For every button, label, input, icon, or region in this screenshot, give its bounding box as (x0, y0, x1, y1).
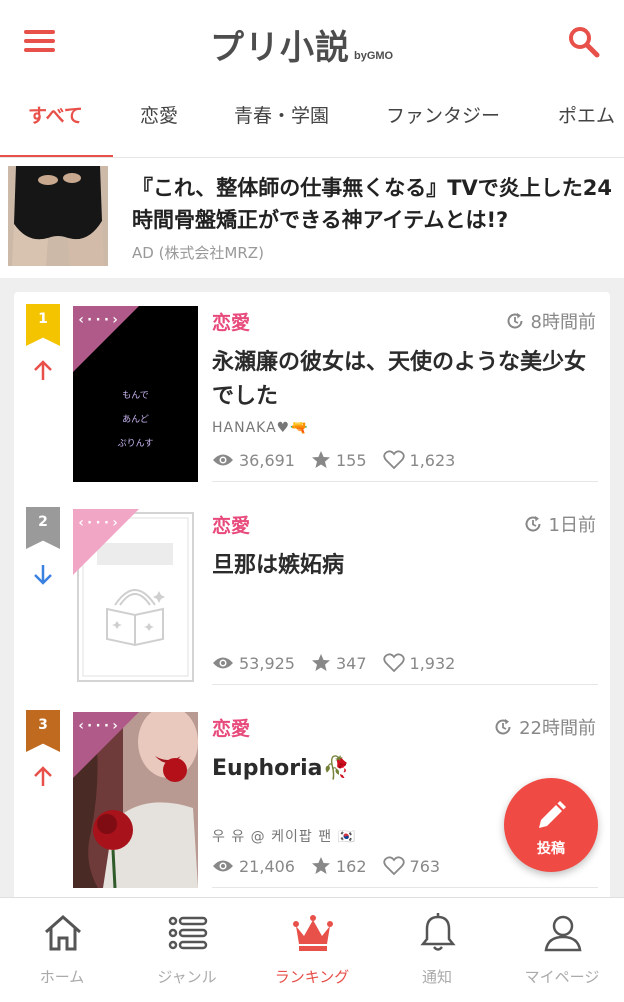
history-icon (507, 313, 523, 329)
trend-up-icon (34, 360, 52, 380)
story-title[interactable]: 旦那は嫉妬病 (212, 549, 602, 583)
tab-poem[interactable]: ポエム (558, 80, 615, 157)
bottom-navigation: ホーム ジャンル ランキング 通知 マイページ (0, 897, 624, 1002)
pencil-icon (539, 801, 566, 828)
time-text: 1日前 (548, 515, 596, 536)
ad-thumbnail[interactable] (8, 166, 108, 266)
time-text: 22時間前 (519, 718, 596, 739)
post-button[interactable]: 投稿 (504, 778, 598, 872)
like-count: 1,623 (409, 450, 456, 470)
heart-icon (382, 450, 405, 470)
ad-title[interactable]: 『これ、整体師の仕事無くなる』TVで炎上した24時間骨盤矯正ができる神アイテムと… (132, 172, 612, 236)
rank-badge: 3 (26, 710, 60, 752)
star-count: 162 (335, 856, 367, 876)
item-divider (212, 684, 598, 685)
chat-bubble-icon: ‹···› (77, 718, 120, 734)
bell-icon (420, 913, 456, 951)
chat-bubble-icon: ‹···› (77, 515, 120, 531)
hamburger-menu-icon[interactable] (20, 22, 60, 58)
nav-home-label: ホーム (39, 968, 85, 986)
tab-fantasy[interactable]: ファンタジー (386, 80, 500, 157)
tab-all[interactable]: すべて (28, 80, 83, 157)
nav-home[interactable]: ホーム (0, 898, 124, 1002)
story-stats: 36,691 155 1,623 (212, 450, 471, 470)
story-cover-image[interactable]: ‹···› (73, 712, 198, 888)
genre-tabs: すべて 恋愛 青春・学園 ファンタジー ポエム (0, 80, 624, 158)
view-count: 21,406 (239, 856, 295, 876)
user-icon (544, 915, 582, 952)
story-stats: 21,406 162 763 (212, 856, 456, 876)
trend-down-icon (34, 565, 52, 585)
nav-notifications-label: 通知 (421, 968, 452, 986)
eye-icon (213, 657, 233, 669)
star-icon (311, 654, 330, 671)
heart-icon (382, 856, 405, 876)
nav-ranking-label: ランキング (274, 968, 350, 986)
story-title[interactable]: 永瀬廉の彼女は、天使のような美少女でした (212, 346, 602, 414)
history-icon (495, 719, 511, 735)
star-count: 155 (335, 450, 367, 470)
chat-bubble-icon: ‹···› (77, 312, 120, 328)
updated-time: 8時間前 (505, 308, 596, 334)
crown-icon (293, 915, 333, 951)
story-cover-image[interactable]: ‹···› もんで あんど ぷりんす (73, 306, 198, 482)
ranking-item[interactable]: 1 ‹···› もんで あんど ぷりんす 恋愛 8時間前 永瀬廉の彼女は、天使の… (14, 292, 610, 495)
tab-youth-school[interactable]: 青春・学園 (234, 80, 329, 157)
genre-label: 恋愛 (212, 312, 251, 334)
updated-time: 22時間前 (493, 714, 596, 740)
star-icon (311, 857, 330, 874)
story-stats: 53,925 347 1,932 (212, 653, 471, 673)
view-count: 36,691 (239, 450, 295, 470)
nav-mypage[interactable]: マイページ (500, 898, 624, 1002)
app-logo[interactable]: プリ小説 byGMO (210, 20, 394, 68)
heart-icon (382, 653, 405, 673)
history-icon (525, 516, 541, 532)
eye-icon (213, 454, 233, 466)
nav-genre-label: ジャンル (157, 968, 217, 986)
cover-text-line: もんで (122, 391, 149, 401)
genre-label: 恋愛 (212, 515, 251, 537)
app-header: プリ小説 byGMO (0, 0, 624, 80)
list-icon (168, 916, 208, 950)
like-count: 763 (409, 856, 441, 876)
like-count: 1,932 (409, 653, 456, 673)
item-divider (212, 887, 598, 888)
ad-banner[interactable]: 『これ、整体師の仕事無くなる』TVで炎上した24時間骨盤矯正ができる神アイテムと… (0, 158, 624, 278)
time-text: 8時間前 (530, 312, 596, 333)
ad-sponsor-label: AD (株式会社MRZ) (132, 244, 264, 262)
author-name[interactable]: HANAKA♥🔫 (212, 420, 309, 436)
cover-text-line: ぷりんす (117, 439, 154, 449)
tab-romance[interactable]: 恋愛 (140, 80, 178, 157)
rank-badge: 1 (26, 304, 60, 346)
nav-mypage-label: マイページ (524, 968, 600, 986)
genre-label: 恋愛 (212, 718, 251, 740)
ranking-item[interactable]: 2 ‹···› 恋愛 1日前 旦那は嫉妬病 53,925 347 1,932 (14, 495, 610, 698)
view-count: 53,925 (239, 653, 295, 673)
story-cover-image[interactable]: ‹···› (73, 509, 198, 685)
author-name[interactable]: 우 유 @ 케이팝 팬 🇰🇷 (212, 826, 356, 846)
eye-icon (213, 860, 233, 872)
logo-sub-text: byGMO (354, 50, 394, 62)
nav-notifications[interactable]: 通知 (375, 898, 499, 1002)
cover-text-line: あんど (122, 415, 149, 425)
item-divider (212, 481, 598, 482)
nav-genre[interactable]: ジャンル (125, 898, 249, 1002)
nav-ranking[interactable]: ランキング (250, 898, 374, 1002)
star-count: 347 (335, 653, 367, 673)
logo-text: プリ小説 (210, 28, 350, 68)
rank-badge: 2 (26, 507, 60, 549)
star-icon (311, 451, 330, 468)
search-icon[interactable] (564, 22, 604, 62)
post-button-label: 投稿 (537, 841, 565, 857)
home-icon (45, 914, 81, 951)
updated-time: 1日前 (523, 511, 596, 537)
trend-up-icon (34, 766, 52, 786)
